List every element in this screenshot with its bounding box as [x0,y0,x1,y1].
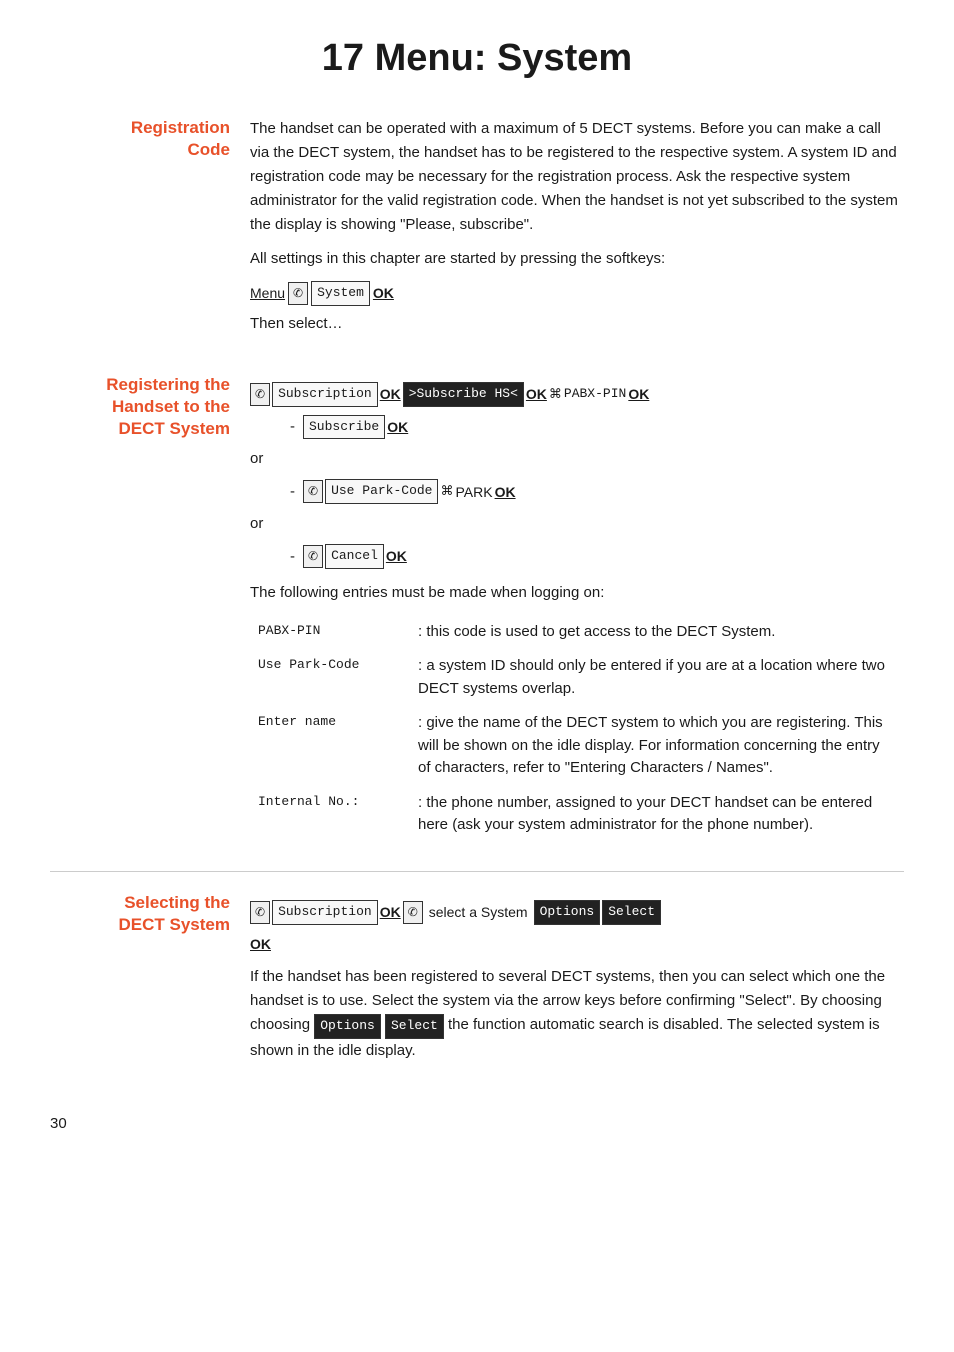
entry-key-1: Use Park-Code [250,649,410,706]
phone-icon-2: ✆ [250,383,270,406]
select-system-text: select a System [429,901,528,923]
page-title: 17 Menu: System [50,30,904,87]
dash-1: - [290,415,295,439]
entries-intro: The following entries must be made when … [250,581,904,605]
or-1: or [250,447,904,471]
ok-2: OK [526,383,547,405]
ok-sel-2: OK [250,933,271,955]
options-inline: Options [314,1014,381,1039]
then-select: Then select… [250,312,904,336]
subscription-box: Subscription [272,382,378,407]
cancel-box: Cancel [325,544,384,569]
hash-icon-1: ⌘ [549,384,562,405]
dash-2: - [290,480,295,504]
ok-6: OK [386,545,407,567]
entry-key-0: PABX-PIN [250,615,410,650]
subscribe-hs-box: >Subscribe HS< [403,382,524,407]
softkey-intro: All settings in this chapter are started… [250,247,904,271]
entry-key-2: Enter name [250,706,410,786]
phone-icon-5: ✆ [250,901,270,924]
entry-value-2: : give the name of the DECT system to wh… [410,706,904,786]
options-select-box: Options [534,900,601,925]
use-park-code-box: Use Park-Code [325,479,438,504]
registration-body: The handset can be operated with a maxim… [250,117,904,237]
entries-table: PABX-PIN : this code is used to get acce… [250,615,904,843]
or-2: or [250,512,904,536]
pabx-pin-label: PABX-PIN [564,384,626,405]
entry-value-0: : this code is used to get access to the… [410,615,904,650]
selecting-body: If the handset has been registered to se… [250,965,904,1063]
ok-5: OK [495,481,516,503]
ok-softkey: OK [373,282,394,304]
table-row: Use Park-Code : a system ID should only … [250,649,904,706]
entry-value-3: : the phone number, assigned to your DEC… [410,786,904,843]
lcd-line-3: - ✆ Use Park-Code ⌘ PARK OK [250,479,904,504]
phone-icon-1: ✆ [288,282,308,305]
menu-softkey: Menu [250,282,285,304]
softkey-row: Menu ✆ System OK [250,281,904,306]
registering-content: ✆ Subscription OK >Subscribe HS< OK ⌘ PA… [250,374,904,843]
page-number: 30 [50,1113,904,1136]
system-softkey: System [311,281,370,306]
park-label: PARK [455,481,492,503]
lcd-line-1: ✆ Subscription OK >Subscribe HS< OK ⌘ PA… [250,382,904,407]
registration-code-content: The handset can be operated with a maxim… [250,117,904,346]
choosing-word: choosing [250,1016,314,1033]
table-row: Enter name : give the name of the DECT s… [250,706,904,786]
ok-4: OK [387,416,408,438]
hash-icon-2: ⌘ [440,481,453,502]
ok-sel-1: OK [380,901,401,923]
subscription-select-box: Subscription [272,900,378,925]
section-divider [50,871,904,872]
select-select-box: Select [602,900,661,925]
registering-section: Registering the Handset to the DECT Syst… [50,374,904,843]
lcd-line-2: - Subscribe OK [250,415,904,440]
phone-icon-6: ✆ [403,901,423,924]
phone-icon-4: ✆ [303,545,323,568]
selecting-section: Selecting the DECT System ✆ Subscription… [50,892,904,1073]
selecting-content: ✆ Subscription OK ✆ select a System Opti… [250,892,904,1073]
registration-code-section: Registration Code The handset can be ope… [50,117,904,346]
table-row: Internal No.: : the phone number, assign… [250,786,904,843]
entry-value-1: : a system ID should only be entered if … [410,649,904,706]
entry-key-3: Internal No.: [250,786,410,843]
dash-3: - [290,545,295,569]
select-inline: Select [385,1014,444,1039]
ok-3: OK [628,383,649,405]
lcd-line-select-ok: OK [250,933,904,955]
table-row: PABX-PIN : this code is used to get acce… [250,615,904,650]
ok-1: OK [380,383,401,405]
phone-icon-3: ✆ [303,480,323,503]
selecting-label: Selecting the DECT System [50,892,250,1073]
lcd-line-4: - ✆ Cancel OK [250,544,904,569]
registration-code-label: Registration Code [50,117,250,346]
subscribe-box: Subscribe [303,415,385,440]
lcd-line-select-1: ✆ Subscription OK ✆ select a System Opti… [250,900,904,925]
registering-label: Registering the Handset to the DECT Syst… [50,374,250,843]
